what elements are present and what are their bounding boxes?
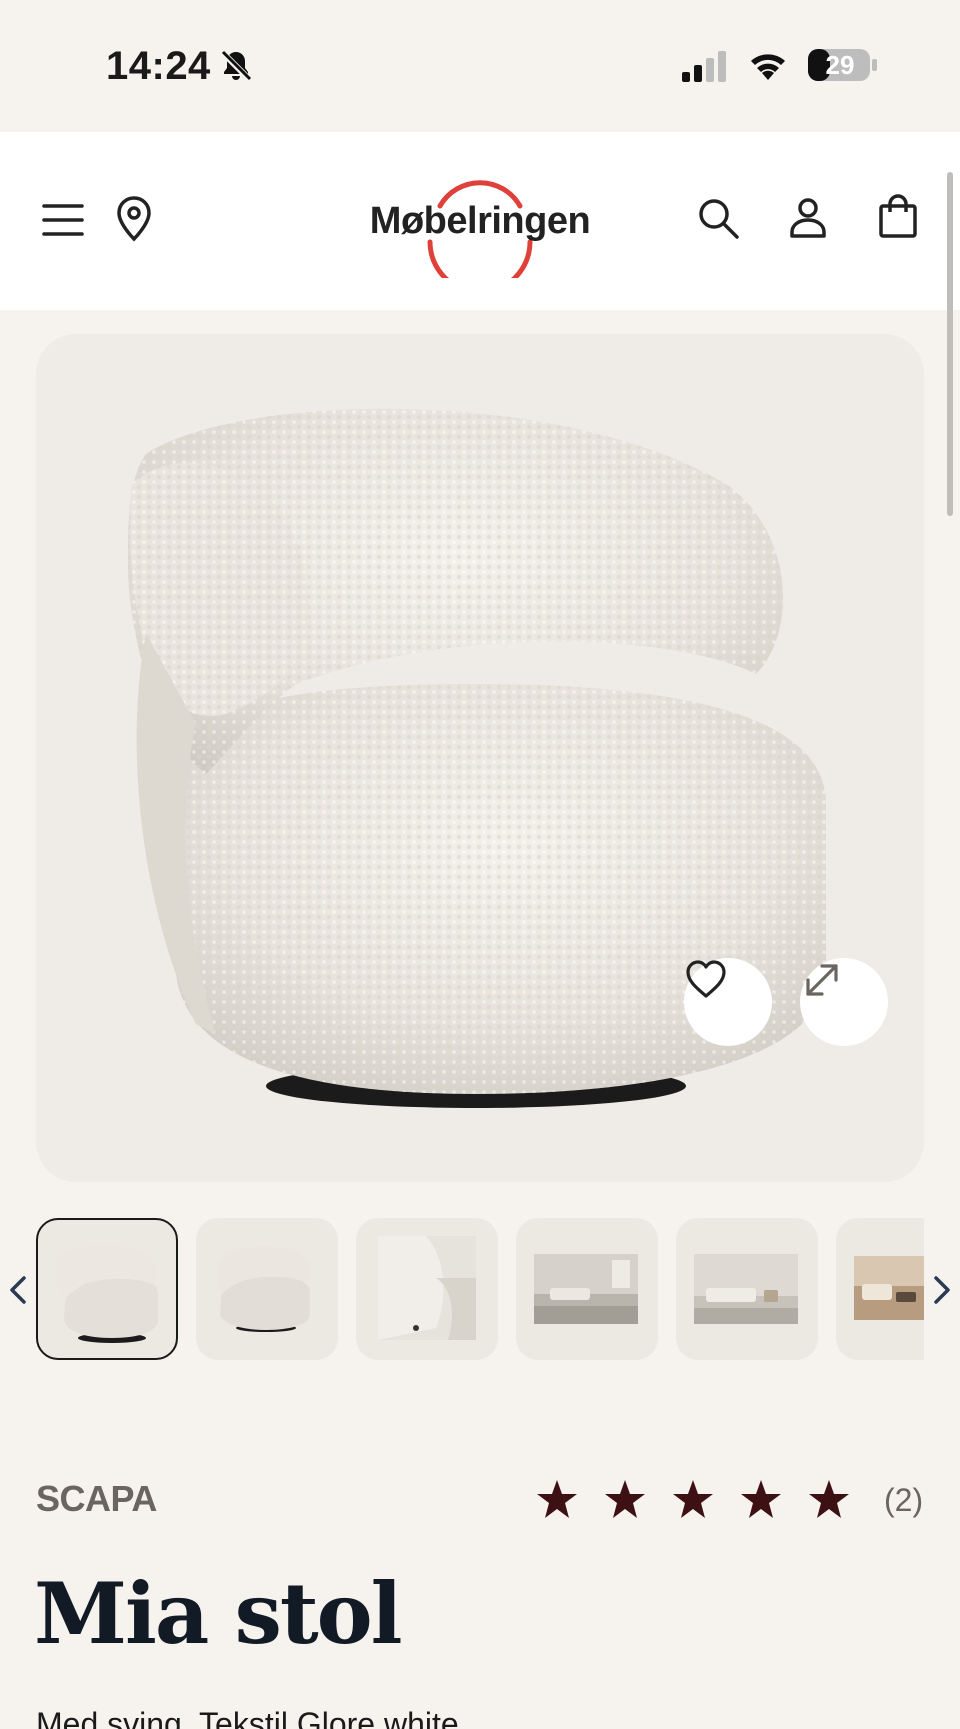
thumbnail-room-scene-1[interactable] bbox=[516, 1218, 658, 1360]
thumbnail-chair-angle[interactable] bbox=[196, 1218, 338, 1360]
menu-icon[interactable] bbox=[38, 196, 86, 244]
star-icon bbox=[605, 1480, 645, 1518]
product-brand[interactable]: SCAPA bbox=[36, 1478, 157, 1520]
cellular-signal-icon bbox=[682, 51, 726, 82]
location-pin-icon[interactable] bbox=[110, 194, 158, 242]
site-header: Møbelringen bbox=[0, 132, 960, 310]
account-icon[interactable] bbox=[784, 194, 832, 242]
thumbnail-room-scene-2[interactable] bbox=[676, 1218, 818, 1360]
product-main-image[interactable] bbox=[36, 334, 924, 1182]
thumbnail-image bbox=[55, 1244, 158, 1343]
thumbnail-chair-front[interactable] bbox=[36, 1218, 178, 1360]
star-icon bbox=[741, 1480, 781, 1518]
expand-icon bbox=[806, 964, 838, 996]
site-logo[interactable]: Møbelringen bbox=[366, 166, 594, 295]
logo-text: Møbelringen bbox=[369, 200, 591, 242]
bell-muted-icon bbox=[219, 49, 253, 83]
wifi-icon bbox=[751, 54, 785, 80]
rating-stars[interactable] bbox=[536, 1478, 850, 1522]
thumbnail-strip bbox=[36, 1218, 924, 1360]
thumbnail-image bbox=[694, 1254, 798, 1324]
battery-level: 29 bbox=[825, 50, 855, 80]
thumbnail-image bbox=[217, 1246, 312, 1332]
star-icon bbox=[537, 1480, 577, 1518]
thumbnail-image bbox=[854, 1256, 924, 1320]
thumbnail-image bbox=[378, 1236, 476, 1340]
star-icon bbox=[673, 1480, 713, 1518]
product-subtitle: Med sving. Tekstil Glore white bbox=[36, 1706, 459, 1729]
thumbnail-prev-icon[interactable] bbox=[6, 1272, 30, 1308]
expand-image-button[interactable] bbox=[800, 958, 888, 1046]
search-icon[interactable] bbox=[694, 194, 742, 242]
product-title: Mia stol bbox=[34, 1564, 403, 1663]
thumbnail-next-icon[interactable] bbox=[930, 1272, 954, 1308]
status-time: 14:24 bbox=[106, 44, 211, 88]
favorite-heart-icon bbox=[686, 960, 726, 998]
thumbnail-image bbox=[534, 1254, 638, 1324]
page-scrollbar[interactable] bbox=[947, 172, 953, 516]
star-icon bbox=[809, 1480, 849, 1518]
thumbnail-room-scene-3[interactable] bbox=[836, 1218, 924, 1360]
thumbnail-chair-detail[interactable] bbox=[356, 1218, 498, 1360]
status-bar: 14:24 29 bbox=[0, 0, 960, 132]
review-count[interactable]: (2) bbox=[884, 1482, 923, 1519]
shopping-bag-icon[interactable] bbox=[874, 192, 922, 240]
favorite-button[interactable] bbox=[684, 958, 772, 1046]
armchair-image bbox=[127, 408, 826, 1108]
